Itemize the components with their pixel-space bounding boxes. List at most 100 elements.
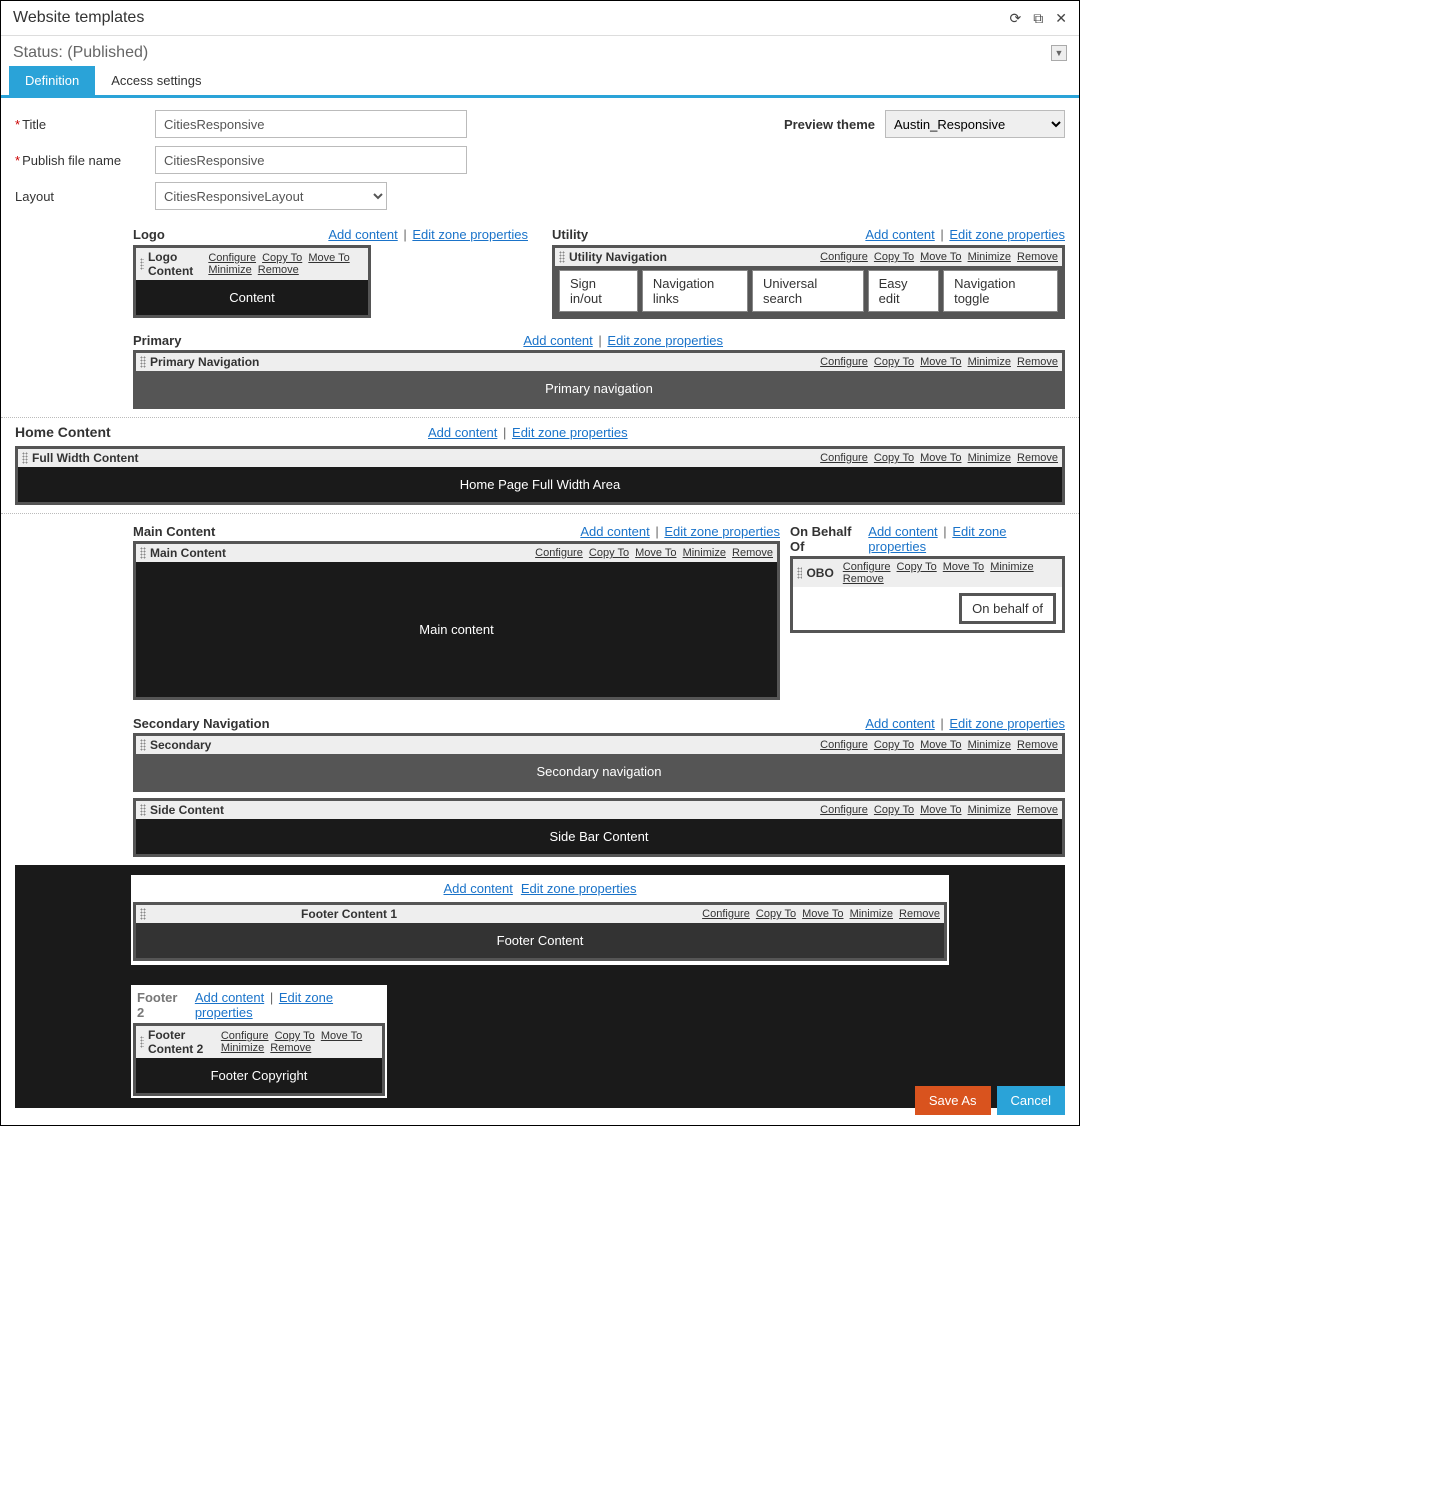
- secnav-edit-zone[interactable]: Edit zone properties: [949, 716, 1065, 731]
- obo-copyto[interactable]: Copy To: [897, 561, 937, 573]
- title-label: Title: [15, 117, 155, 132]
- drag-handle-icon[interactable]: [140, 1036, 144, 1048]
- drag-handle-icon[interactable]: [140, 739, 146, 751]
- drag-handle-icon[interactable]: [140, 908, 146, 920]
- f1-copyto[interactable]: Copy To: [756, 908, 796, 920]
- zone-obo-title: On Behalf Of: [790, 524, 868, 554]
- f1-minimize[interactable]: Minimize: [850, 908, 893, 920]
- obo-add-content[interactable]: Add content: [868, 524, 937, 539]
- utility-item-search[interactable]: Universal search: [752, 270, 864, 312]
- preview-theme-select[interactable]: Austin_Responsive: [885, 110, 1065, 138]
- refresh-icon[interactable]: ⟳: [1010, 10, 1022, 27]
- drag-handle-icon[interactable]: [140, 804, 146, 816]
- home-remove[interactable]: Remove: [1017, 452, 1058, 464]
- utility-add-content[interactable]: Add content: [865, 227, 934, 242]
- sec-configure[interactable]: Configure: [820, 739, 868, 751]
- primary-copyto[interactable]: Copy To: [874, 356, 914, 368]
- f2-copyto[interactable]: Copy To: [275, 1030, 315, 1042]
- sec-copyto[interactable]: Copy To: [874, 739, 914, 751]
- drag-handle-icon[interactable]: [140, 547, 146, 559]
- f2-moveto[interactable]: Move To: [321, 1030, 362, 1042]
- side-body: Side Bar Content: [136, 819, 1062, 854]
- secnav-add-content[interactable]: Add content: [865, 716, 934, 731]
- obo-remove[interactable]: Remove: [843, 573, 884, 585]
- utility-item-navtoggle[interactable]: Navigation toggle: [943, 270, 1058, 312]
- title-input[interactable]: [155, 110, 467, 138]
- drag-handle-icon[interactable]: [140, 356, 146, 368]
- home-copyto[interactable]: Copy To: [874, 452, 914, 464]
- side-moveto[interactable]: Move To: [920, 804, 961, 816]
- f2-minimize[interactable]: Minimize: [221, 1042, 264, 1054]
- footer2-add-content[interactable]: Add content: [195, 990, 264, 1005]
- logo-add-content[interactable]: Add content: [328, 227, 397, 242]
- pubfile-input[interactable]: [155, 146, 467, 174]
- f1-remove[interactable]: Remove: [899, 908, 940, 920]
- sec-remove[interactable]: Remove: [1017, 739, 1058, 751]
- main-add-content[interactable]: Add content: [580, 524, 649, 539]
- drag-handle-icon[interactable]: [140, 258, 144, 270]
- logo-remove[interactable]: Remove: [258, 264, 299, 276]
- primary-add-content[interactable]: Add content: [523, 333, 592, 348]
- sec-moveto[interactable]: Move To: [920, 739, 961, 751]
- main-minimize[interactable]: Minimize: [683, 547, 726, 559]
- maximize-icon[interactable]: ⧉: [1033, 10, 1043, 27]
- primary-remove[interactable]: Remove: [1017, 356, 1058, 368]
- home-moveto[interactable]: Move To: [920, 452, 961, 464]
- side-minimize[interactable]: Minimize: [968, 804, 1011, 816]
- utility-copyto[interactable]: Copy To: [874, 251, 914, 263]
- side-remove[interactable]: Remove: [1017, 804, 1058, 816]
- f2-configure[interactable]: Configure: [221, 1030, 269, 1042]
- main-remove[interactable]: Remove: [732, 547, 773, 559]
- obo-configure[interactable]: Configure: [843, 561, 891, 573]
- layout-select[interactable]: CitiesResponsiveLayout: [155, 182, 387, 210]
- main-copyto[interactable]: Copy To: [589, 547, 629, 559]
- secnav-body: Secondary navigation: [136, 754, 1062, 789]
- close-icon[interactable]: ✕: [1055, 10, 1067, 27]
- drag-handle-icon[interactable]: [22, 452, 28, 464]
- f1-configure[interactable]: Configure: [702, 908, 750, 920]
- home-add-content[interactable]: Add content: [428, 425, 497, 440]
- save-as-button[interactable]: Save As: [915, 1086, 991, 1115]
- logo-moveto[interactable]: Move To: [308, 252, 349, 264]
- footer1-edit-zone[interactable]: Edit zone properties: [521, 881, 637, 896]
- utility-item-easyedit[interactable]: Easy edit: [868, 270, 939, 312]
- obo-item[interactable]: On behalf of: [959, 593, 1056, 624]
- side-copyto[interactable]: Copy To: [874, 804, 914, 816]
- logo-edit-zone[interactable]: Edit zone properties: [412, 227, 528, 242]
- status-dropdown[interactable]: ▼: [1051, 45, 1067, 61]
- obo-moveto[interactable]: Move To: [943, 561, 984, 573]
- widget-main-content: Main Content: [150, 546, 226, 560]
- utility-minimize[interactable]: Minimize: [968, 251, 1011, 263]
- logo-minimize[interactable]: Minimize: [208, 264, 251, 276]
- main-moveto[interactable]: Move To: [635, 547, 676, 559]
- obo-minimize[interactable]: Minimize: [990, 561, 1033, 573]
- widget-primary-nav: Primary Navigation: [150, 355, 259, 369]
- main-edit-zone[interactable]: Edit zone properties: [664, 524, 780, 539]
- utility-item-signin[interactable]: Sign in/out: [559, 270, 638, 312]
- home-configure[interactable]: Configure: [820, 452, 868, 464]
- cancel-button[interactable]: Cancel: [997, 1086, 1065, 1115]
- utility-remove[interactable]: Remove: [1017, 251, 1058, 263]
- utility-configure[interactable]: Configure: [820, 251, 868, 263]
- home-minimize[interactable]: Minimize: [968, 452, 1011, 464]
- primary-edit-zone[interactable]: Edit zone properties: [607, 333, 723, 348]
- drag-handle-icon[interactable]: [797, 567, 802, 579]
- f2-remove[interactable]: Remove: [270, 1042, 311, 1054]
- logo-copyto[interactable]: Copy To: [262, 252, 302, 264]
- utility-item-navlinks[interactable]: Navigation links: [642, 270, 748, 312]
- tab-access-settings[interactable]: Access settings: [95, 66, 217, 95]
- tab-definition[interactable]: Definition: [9, 66, 95, 95]
- footer1-add-content[interactable]: Add content: [443, 881, 512, 896]
- side-configure[interactable]: Configure: [820, 804, 868, 816]
- sec-minimize[interactable]: Minimize: [968, 739, 1011, 751]
- f1-moveto[interactable]: Move To: [802, 908, 843, 920]
- utility-moveto[interactable]: Move To: [920, 251, 961, 263]
- primary-moveto[interactable]: Move To: [920, 356, 961, 368]
- home-edit-zone[interactable]: Edit zone properties: [512, 425, 628, 440]
- drag-handle-icon[interactable]: [559, 251, 565, 263]
- main-configure[interactable]: Configure: [535, 547, 583, 559]
- primary-configure[interactable]: Configure: [820, 356, 868, 368]
- logo-configure[interactable]: Configure: [208, 252, 256, 264]
- primary-minimize[interactable]: Minimize: [968, 356, 1011, 368]
- utility-edit-zone[interactable]: Edit zone properties: [949, 227, 1065, 242]
